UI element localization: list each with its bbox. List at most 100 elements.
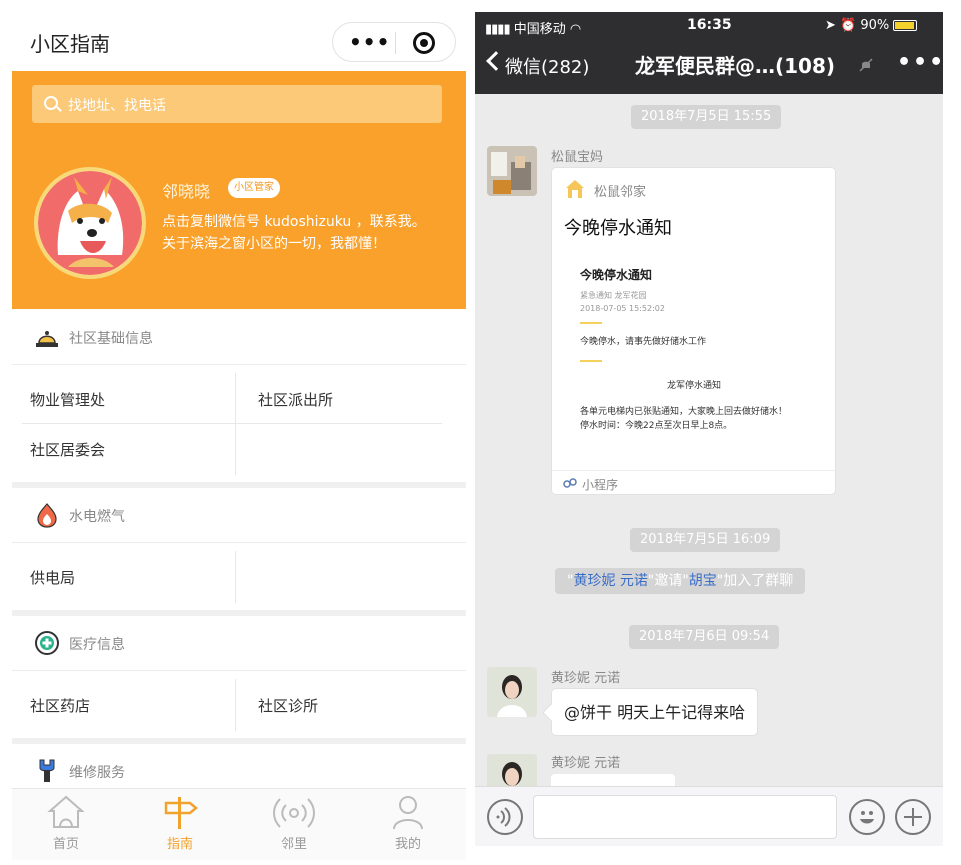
preview-heading: 龙军停水通知 (666, 381, 721, 391)
house-logo-icon (566, 180, 584, 198)
avatar[interactable] (487, 146, 537, 196)
manager-description[interactable]: 点击复制微信号 kudoshizuku ，联系我。 关于滨海之窗小区的一切，我都… (162, 211, 432, 255)
wifi-icon: ◠ (569, 22, 582, 37)
search-input[interactable]: 找地址、找电话 (32, 85, 442, 123)
page-title: 小区指南 (30, 32, 110, 56)
battery-percent: 90% (860, 18, 890, 33)
sender-name: 松鼠宝妈 (551, 150, 604, 165)
manager-badge: 小区管家 (228, 178, 280, 198)
preview-time: 2018-07-05 15:52:02 (580, 304, 665, 313)
section-header-basic-info: 社区基础信息 (12, 310, 466, 364)
person-icon (393, 796, 423, 830)
card-title: 今晚停水通知 (564, 218, 672, 239)
manager-banner: 找地址、找电话 邻晓晓 小区管家 点击复制微信号 kudoshizuku ，联系… (12, 71, 466, 309)
mini-program-label: 小程序 (582, 478, 619, 492)
tab-label: 邻里 (280, 837, 307, 852)
preview-line: 今晚停水，请事先做好储水工作 (580, 337, 707, 347)
broadcast-icon (273, 798, 315, 828)
wechat-chat-screen: ▮▮▮▮ 中国移动 ◠ 16:35 ➤ ⏰ 90% 微信(282) 龙军便民群@… (475, 12, 943, 846)
system-message: "黄珍妮 元诺"邀请"胡宝"加入了群聊 (555, 568, 806, 594)
grid-item-residents-committee[interactable]: 社区居委会 (30, 439, 105, 460)
grid-item-police-station[interactable]: 社区派出所 (258, 389, 333, 410)
section-grid-medical: 社区药店 社区诊所 (12, 670, 466, 738)
section-grid-basic-info: 物业管理处 社区派出所 社区居委会 (12, 364, 466, 482)
mini-program-icon (563, 478, 577, 488)
tab-label: 指南 (166, 837, 193, 852)
more-icon[interactable]: ••• (349, 32, 390, 52)
timestamp: 2018年7月6日 09:54 (629, 625, 780, 649)
grid-divider (235, 679, 236, 731)
preview-body: 停水时间：今晚22点至次日早上8点。 (580, 421, 733, 431)
preview-divider (580, 322, 602, 324)
screenshot-stage: 小区指南 ••• 找地址、找电话 邻晓晓 小区管家 点击复制微信号 kudosh… (0, 0, 961, 865)
voice-icon (496, 807, 511, 827)
wechat-id-link[interactable]: kudoshizuku (264, 214, 351, 230)
tab-neighbors[interactable]: 邻里 (264, 793, 324, 857)
sender-name: 黄珍妮 元诺 (551, 756, 621, 771)
section-label: 维修服务 (69, 765, 125, 781)
section-grid-utilities: 供电局 (12, 542, 466, 610)
voice-button[interactable] (487, 799, 523, 835)
manager-name: 邻晓晓 (162, 182, 211, 201)
grid-item-power-bureau[interactable]: 供电局 (30, 567, 75, 588)
clock: 16:35 (687, 17, 732, 33)
battery-icon (893, 20, 918, 31)
section-label: 社区基础信息 (69, 331, 153, 347)
tab-home[interactable]: 首页 (36, 793, 96, 857)
section-header-utilities: 水电燃气 (12, 488, 466, 542)
chat-input-bar (475, 786, 943, 846)
sender-name: 黄珍妮 元诺 (551, 671, 621, 686)
invitee-link[interactable]: 胡宝 (689, 573, 717, 589)
grid-item-pharmacy[interactable]: 社区药店 (30, 695, 90, 716)
status-right: ➤ ⏰ 90% (825, 18, 918, 33)
tab-bar: 首页 指南 邻里 我的 (12, 788, 466, 860)
preview-body: 各单元电梯内已张贴通知，大家晚上回去做好储水！ (580, 407, 788, 417)
chat-more-icon[interactable]: ••• (897, 50, 943, 75)
signpost-icon (164, 797, 198, 829)
message-bubble[interactable]: @饼干 明天上午记得来哈 (551, 688, 759, 736)
manager-desc-pre: 点击复制微信号 (162, 214, 265, 230)
message-input[interactable] (533, 795, 837, 839)
avatar[interactable] (34, 167, 146, 279)
emoji-icon (860, 811, 874, 824)
chat-title: 龙军便民群@…(108) (635, 54, 836, 78)
grid-item-clinic[interactable]: 社区诊所 (258, 695, 318, 716)
card-source: 松鼠邻家 (594, 185, 647, 200)
capsule-menu: ••• (332, 22, 456, 62)
carrier-label: 中国移动 (513, 22, 566, 37)
chat-nav-bar: 微信(282) 龙军便民群@…(108) ••• (475, 40, 943, 94)
grid-divider (235, 373, 236, 475)
tab-label: 我的 (394, 837, 421, 852)
more-actions-button[interactable] (895, 799, 931, 835)
search-placeholder: 找地址、找电话 (68, 98, 166, 114)
plus-icon (904, 808, 922, 826)
avatar[interactable] (487, 667, 537, 717)
location-icon: ➤ (825, 18, 836, 33)
tab-label: 首页 (52, 837, 79, 852)
back-arrow-icon[interactable] (486, 51, 506, 71)
timestamp: 2018年7月5日 16:09 (630, 528, 781, 552)
system-tail: "加入了群聊 (716, 573, 794, 589)
signal-icon: ▮▮▮▮ (485, 22, 511, 37)
close-program-icon[interactable] (413, 32, 435, 54)
preview-meta: 紧急通知 龙军花园 (580, 291, 647, 300)
tab-guide[interactable]: 指南 (150, 793, 210, 857)
home-icon (47, 795, 85, 828)
tab-mine[interactable]: 我的 (378, 793, 438, 857)
search-icon (44, 96, 58, 110)
mini-program-nav-bar: 小区指南 ••• (12, 12, 466, 70)
mini-program-card[interactable]: 松鼠邻家 今晚停水通知 今晚停水通知 紧急通知 龙军花园 2018-07-05 … (551, 167, 836, 495)
preview-title: 今晚停水通知 (580, 268, 653, 282)
inviter-link[interactable]: 黄珍妮 元诺 (573, 573, 647, 589)
status-bar: ▮▮▮▮ 中国移动 ◠ 16:35 ➤ ⏰ 90% (475, 12, 943, 40)
grid-item-property-office[interactable]: 物业管理处 (30, 389, 105, 410)
mini-program-screen: 小区指南 ••• 找地址、找电话 邻晓晓 小区管家 点击复制微信号 kudosh… (12, 12, 466, 860)
alarm-icon: ⏰ (840, 18, 857, 33)
emoji-button[interactable] (849, 799, 885, 835)
section-label: 水电燃气 (69, 509, 125, 525)
card-preview: 今晚停水通知 紧急通知 龙军花园 2018-07-05 15:52:02 今晚停… (566, 252, 822, 460)
capsule-divider (395, 32, 396, 54)
status-left: ▮▮▮▮ 中国移动 ◠ (485, 18, 581, 37)
back-button-label[interactable]: 微信(282) (505, 53, 589, 79)
timestamp: 2018年7月5日 15:55 (631, 105, 782, 129)
